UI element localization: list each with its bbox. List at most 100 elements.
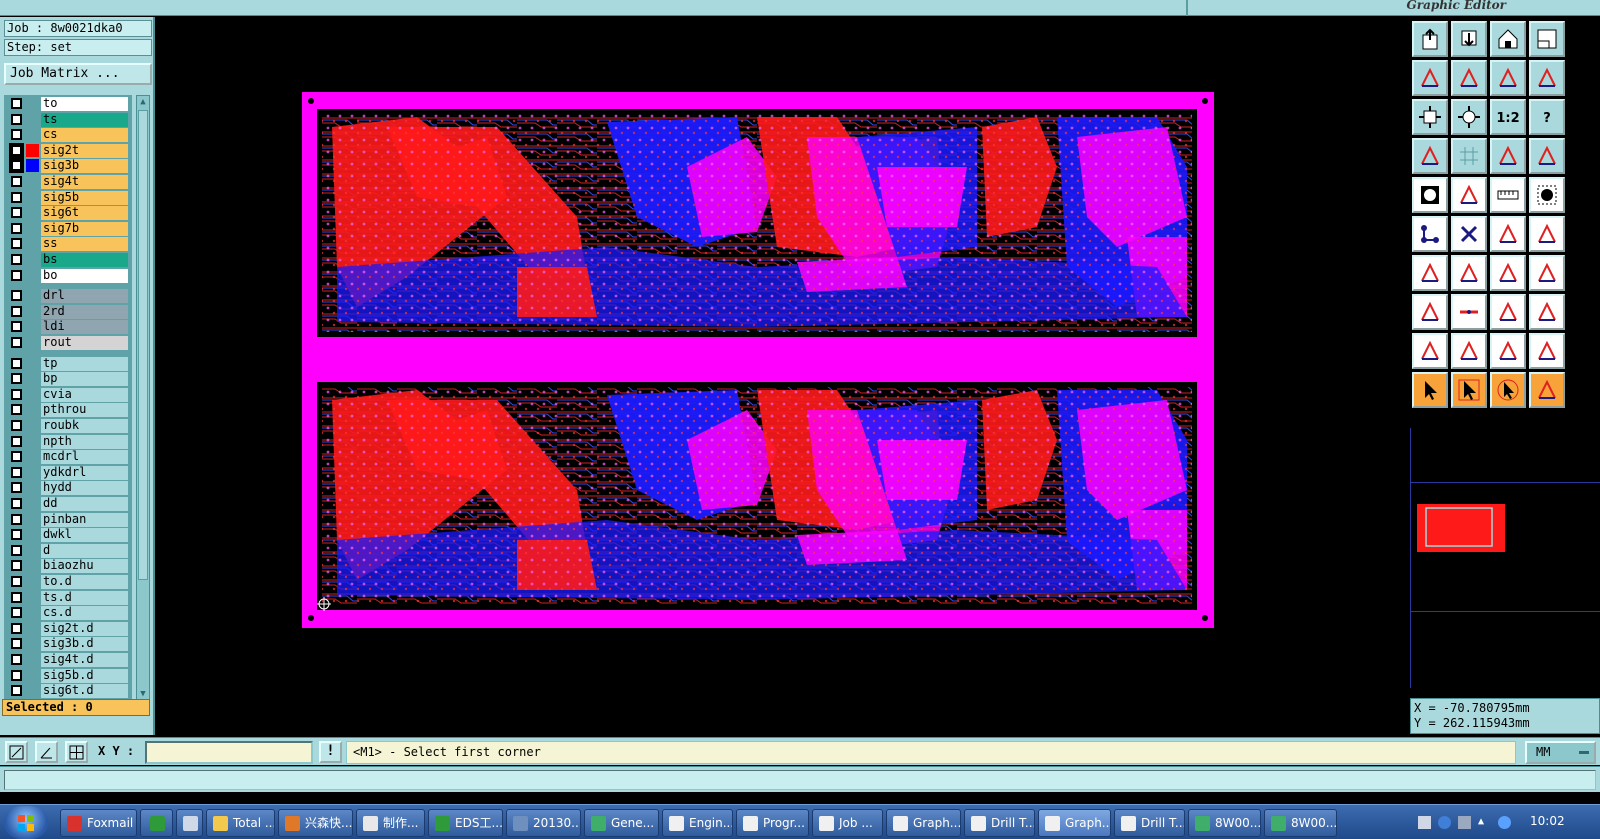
- layer-checkbox[interactable]: [11, 451, 22, 463]
- layer-checkbox[interactable]: [11, 669, 22, 681]
- layer-row[interactable]: pthrou: [4, 402, 132, 418]
- layer-color-swatch[interactable]: [26, 289, 39, 302]
- layer-row[interactable]: hydd: [4, 480, 132, 496]
- copy-pads-button[interactable]: [1529, 294, 1565, 330]
- layer-row[interactable]: bp: [4, 371, 132, 387]
- layer-checkbox[interactable]: [9, 142, 24, 158]
- pointer-route-button[interactable]: [1529, 372, 1565, 408]
- layer-checkbox[interactable]: [11, 113, 22, 125]
- layer-row[interactable]: tp: [4, 356, 132, 371]
- layer-row[interactable]: npth: [4, 434, 132, 449]
- text-button[interactable]: [1529, 255, 1565, 291]
- layer-name[interactable]: ydkdrl: [41, 465, 128, 480]
- pad-button[interactable]: [1529, 177, 1565, 213]
- redraw-button[interactable]: [1529, 60, 1565, 96]
- layer-name[interactable]: bp: [41, 372, 128, 387]
- layer-color-swatch[interactable]: [26, 336, 39, 349]
- taskbar-item[interactable]: Drill T...: [1114, 809, 1185, 837]
- layer-name[interactable]: 2rd: [41, 304, 128, 319]
- center-button[interactable]: [1451, 99, 1487, 135]
- layer-row[interactable]: biaozhu: [4, 558, 132, 574]
- layer-name[interactable]: sig4t.d: [41, 653, 128, 667]
- taskbar-item[interactable]: Progr...: [736, 809, 809, 837]
- clock[interactable]: 10:02: [1530, 814, 1565, 828]
- layer-row[interactable]: sig5b.d: [4, 668, 132, 683]
- layer-name[interactable]: to: [41, 97, 128, 111]
- layer-color-swatch[interactable]: [26, 684, 39, 697]
- layer-checkbox[interactable]: [11, 513, 22, 525]
- layer-checkbox[interactable]: [11, 544, 22, 556]
- grid-button[interactable]: [1451, 138, 1487, 174]
- scroll-thumb[interactable]: [138, 110, 148, 580]
- dimension-button[interactable]: [1490, 294, 1526, 330]
- layer-name[interactable]: tp: [41, 356, 128, 371]
- layer-color-swatch[interactable]: [26, 388, 39, 401]
- measure-ruler-button[interactable]: [1490, 177, 1526, 213]
- zoom-1to2-button[interactable]: 1:2: [1490, 99, 1526, 135]
- layer-row[interactable]: sig2t: [4, 142, 132, 158]
- layer-color-swatch[interactable]: [26, 497, 39, 510]
- layer-name[interactable]: mcdrl: [41, 450, 128, 465]
- taskbar-item[interactable]: 8W00...: [1264, 809, 1337, 837]
- layer-color-swatch[interactable]: [26, 450, 39, 463]
- layer-name[interactable]: sig6t.d: [41, 684, 128, 699]
- snap-mode-button[interactable]: [5, 741, 28, 763]
- taskbar-item[interactable]: Engin...: [662, 809, 733, 837]
- layer-color-swatch[interactable]: [26, 143, 39, 157]
- layer-color-swatch[interactable]: [26, 128, 39, 141]
- layer-checkbox[interactable]: [11, 622, 22, 634]
- taskbar-item[interactable]: Drill T...: [964, 809, 1035, 837]
- layer-color-swatch[interactable]: [26, 622, 39, 635]
- layer-name[interactable]: ss: [41, 237, 128, 252]
- layer-list-scrollbar[interactable]: ▲ ▼: [136, 95, 150, 701]
- draw-line-button[interactable]: [1412, 255, 1448, 291]
- layer-row[interactable]: sig6t: [4, 205, 132, 221]
- start-button[interactable]: [4, 806, 48, 839]
- settings-tray-icon[interactable]: [1458, 816, 1471, 829]
- layer-row[interactable]: ss: [4, 236, 132, 252]
- layer-color-swatch[interactable]: [26, 372, 39, 385]
- layer-checkbox[interactable]: [11, 654, 22, 665]
- layer-checkbox[interactable]: [11, 269, 22, 281]
- taskbar-item[interactable]: Job ...: [812, 809, 883, 837]
- layer-name[interactable]: bo: [41, 268, 128, 283]
- undo-zoom-button[interactable]: [1490, 60, 1526, 96]
- layer-list[interactable]: to ts cs sig2t sig3b sig4t sig5b sig6t sig7b ss bs…: [4, 95, 132, 701]
- layer-name[interactable]: roubk: [41, 419, 128, 433]
- layer-row[interactable]: dd: [4, 496, 132, 511]
- layer-name[interactable]: sig3b.d: [41, 637, 128, 652]
- layer-name[interactable]: dwkl: [41, 528, 128, 543]
- layer-color-swatch[interactable]: [26, 637, 39, 650]
- layer-checkbox[interactable]: [11, 388, 22, 400]
- layer-color-swatch[interactable]: [26, 113, 39, 126]
- layer-color-swatch[interactable]: [26, 466, 39, 479]
- taskbar-item[interactable]: [176, 809, 203, 837]
- layer-name[interactable]: d: [41, 543, 128, 558]
- layer-row[interactable]: cs: [4, 127, 132, 143]
- layer-color-swatch[interactable]: [26, 237, 39, 250]
- connect-nodes-button[interactable]: [1412, 216, 1448, 252]
- layer-color-swatch[interactable]: [26, 528, 39, 541]
- layer-row[interactable]: ldi: [4, 319, 132, 335]
- network-icon[interactable]: [1498, 816, 1511, 829]
- layer-color-swatch[interactable]: [26, 606, 39, 619]
- layer-name[interactable]: cs.d: [41, 606, 128, 621]
- layer-row[interactable]: sig3b.d: [4, 636, 132, 652]
- layer-row[interactable]: sig7b: [4, 221, 132, 236]
- show-hidden-icon[interactable]: ▲: [1478, 816, 1491, 829]
- layer-checkbox[interactable]: [11, 529, 22, 541]
- layer-name[interactable]: cvia: [41, 387, 128, 402]
- layer-color-swatch[interactable]: [26, 575, 39, 588]
- taskbar-item[interactable]: 8W00...: [1188, 809, 1261, 837]
- layer-checkbox[interactable]: [11, 207, 22, 219]
- message-button[interactable]: !: [319, 741, 342, 763]
- taskbar-item[interactable]: Foxmail: [60, 809, 137, 837]
- layer-name[interactable]: npth: [41, 434, 128, 449]
- layer-name[interactable]: sig7b: [41, 221, 128, 236]
- layer-name[interactable]: sig6t: [41, 206, 128, 221]
- delete-node-button[interactable]: [1451, 216, 1487, 252]
- layer-row[interactable]: to: [4, 96, 132, 111]
- layer-name[interactable]: sig5b.d: [41, 668, 128, 683]
- layer-checkbox[interactable]: [11, 98, 22, 109]
- layer-row[interactable]: pinban: [4, 512, 132, 527]
